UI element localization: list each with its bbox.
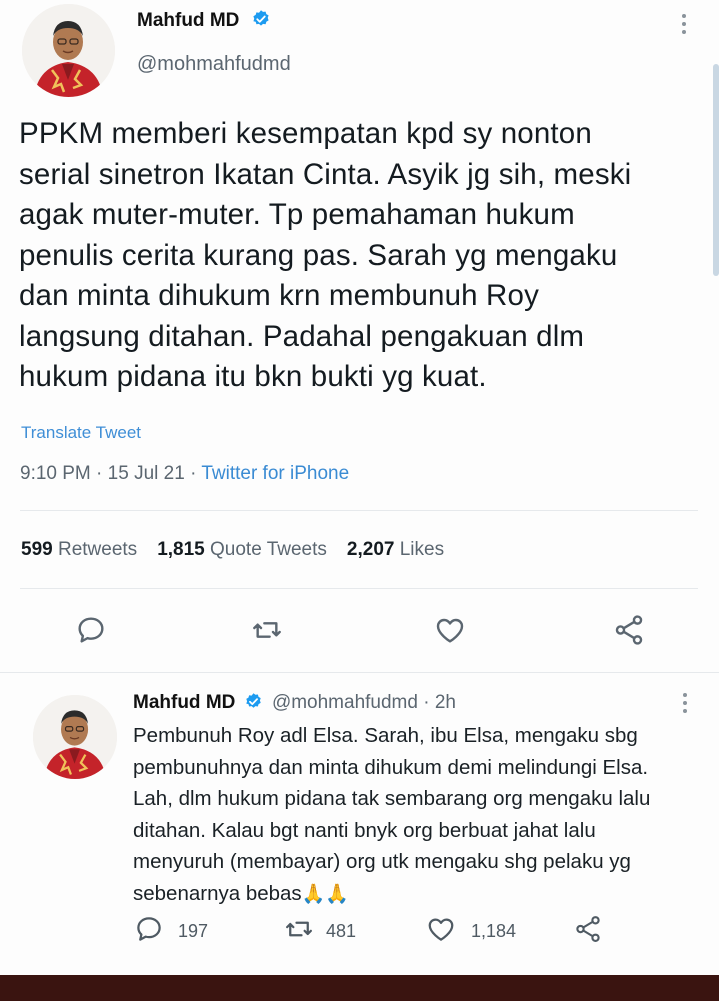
heart-icon — [425, 914, 457, 949]
likes-count: 2,207 — [346, 539, 395, 560]
author-handle[interactable]: @mohmahfudmd — [137, 53, 291, 76]
like-count: 1,184 — [471, 921, 517, 941]
more-dots-icon[interactable] — [682, 14, 688, 38]
folded-hands-emoji: 🙏🙏 — [301, 883, 350, 905]
retweet-count: 481 — [326, 921, 357, 941]
meta-separator: · — [190, 463, 197, 484]
reply-text: Pembunuh Roy adl Elsa. Sarah, ibu Elsa, … — [133, 724, 651, 905]
translate-tweet-link[interactable]: Translate Tweet — [21, 423, 141, 443]
retweet-icon — [283, 914, 315, 949]
tweet-date[interactable]: 15 Jul 21 — [108, 463, 185, 484]
quote-tweets-stat[interactable]: 1,815 Quote Tweets — [157, 539, 327, 560]
reply-text-block: Pembunuh Roy adl Elsa. Sarah, ibu Elsa, … — [133, 720, 698, 910]
divider — [0, 672, 719, 673]
reply-icon — [134, 914, 164, 949]
scrollbar[interactable] — [713, 64, 719, 276]
share-icon[interactable] — [612, 613, 646, 652]
reply-header: Mahfud MD @mohmahfudmd · 2h — [133, 692, 456, 717]
reply-author-handle[interactable]: @mohmahfudmd — [272, 692, 418, 713]
reply-action-like[interactable]: 1,184 — [425, 914, 516, 949]
heart-icon[interactable] — [433, 614, 467, 651]
quote-tweets-count: 1,815 — [157, 539, 205, 560]
share-icon[interactable] — [573, 913, 603, 950]
reply-author-avatar[interactable] — [33, 695, 117, 779]
bottom-bar — [0, 975, 719, 1001]
retweets-label: Retweets — [57, 539, 138, 560]
divider — [20, 588, 698, 589]
likes-label: Likes — [399, 539, 445, 560]
verified-badge-icon — [244, 692, 263, 717]
author-avatar[interactable] — [22, 4, 115, 97]
reply-icon[interactable] — [74, 614, 108, 651]
tweet-text: PPKM memberi kesempatan kpd sy nonton se… — [19, 117, 632, 393]
engagement-stats: 599 Retweets 1,815 Quote Tweets 2,207 Like… — [21, 539, 444, 561]
reply-author-name[interactable]: Mahfud MD — [133, 692, 235, 713]
retweets-count: 599 — [21, 539, 53, 560]
reply-count: 197 — [178, 921, 209, 941]
reply-age: · 2h — [423, 692, 456, 713]
retweets-stat[interactable]: 599 Retweets — [21, 539, 137, 560]
meta-separator: · — [96, 463, 103, 484]
verified-badge-icon — [251, 9, 271, 35]
tweet-time: 9:10 PM — [20, 463, 91, 484]
retweet-icon[interactable] — [249, 614, 285, 651]
author-name-row[interactable]: Mahfud MD — [137, 9, 271, 35]
likes-stat[interactable]: 2,207 Likes — [347, 539, 444, 560]
more-dots-icon[interactable] — [683, 693, 689, 717]
divider — [20, 510, 698, 511]
author-name[interactable]: Mahfud MD — [137, 10, 239, 31]
tweet-source[interactable]: Twitter for iPhone — [201, 463, 349, 484]
reply-action-reply[interactable]: 197 — [134, 914, 208, 949]
quote-tweets-label: Quote Tweets — [210, 539, 327, 560]
tweet-meta: 9:10 PM · 15 Jul 21 · Twitter for iPhone — [20, 463, 349, 485]
reply-action-retweet[interactable]: 481 — [283, 914, 356, 949]
